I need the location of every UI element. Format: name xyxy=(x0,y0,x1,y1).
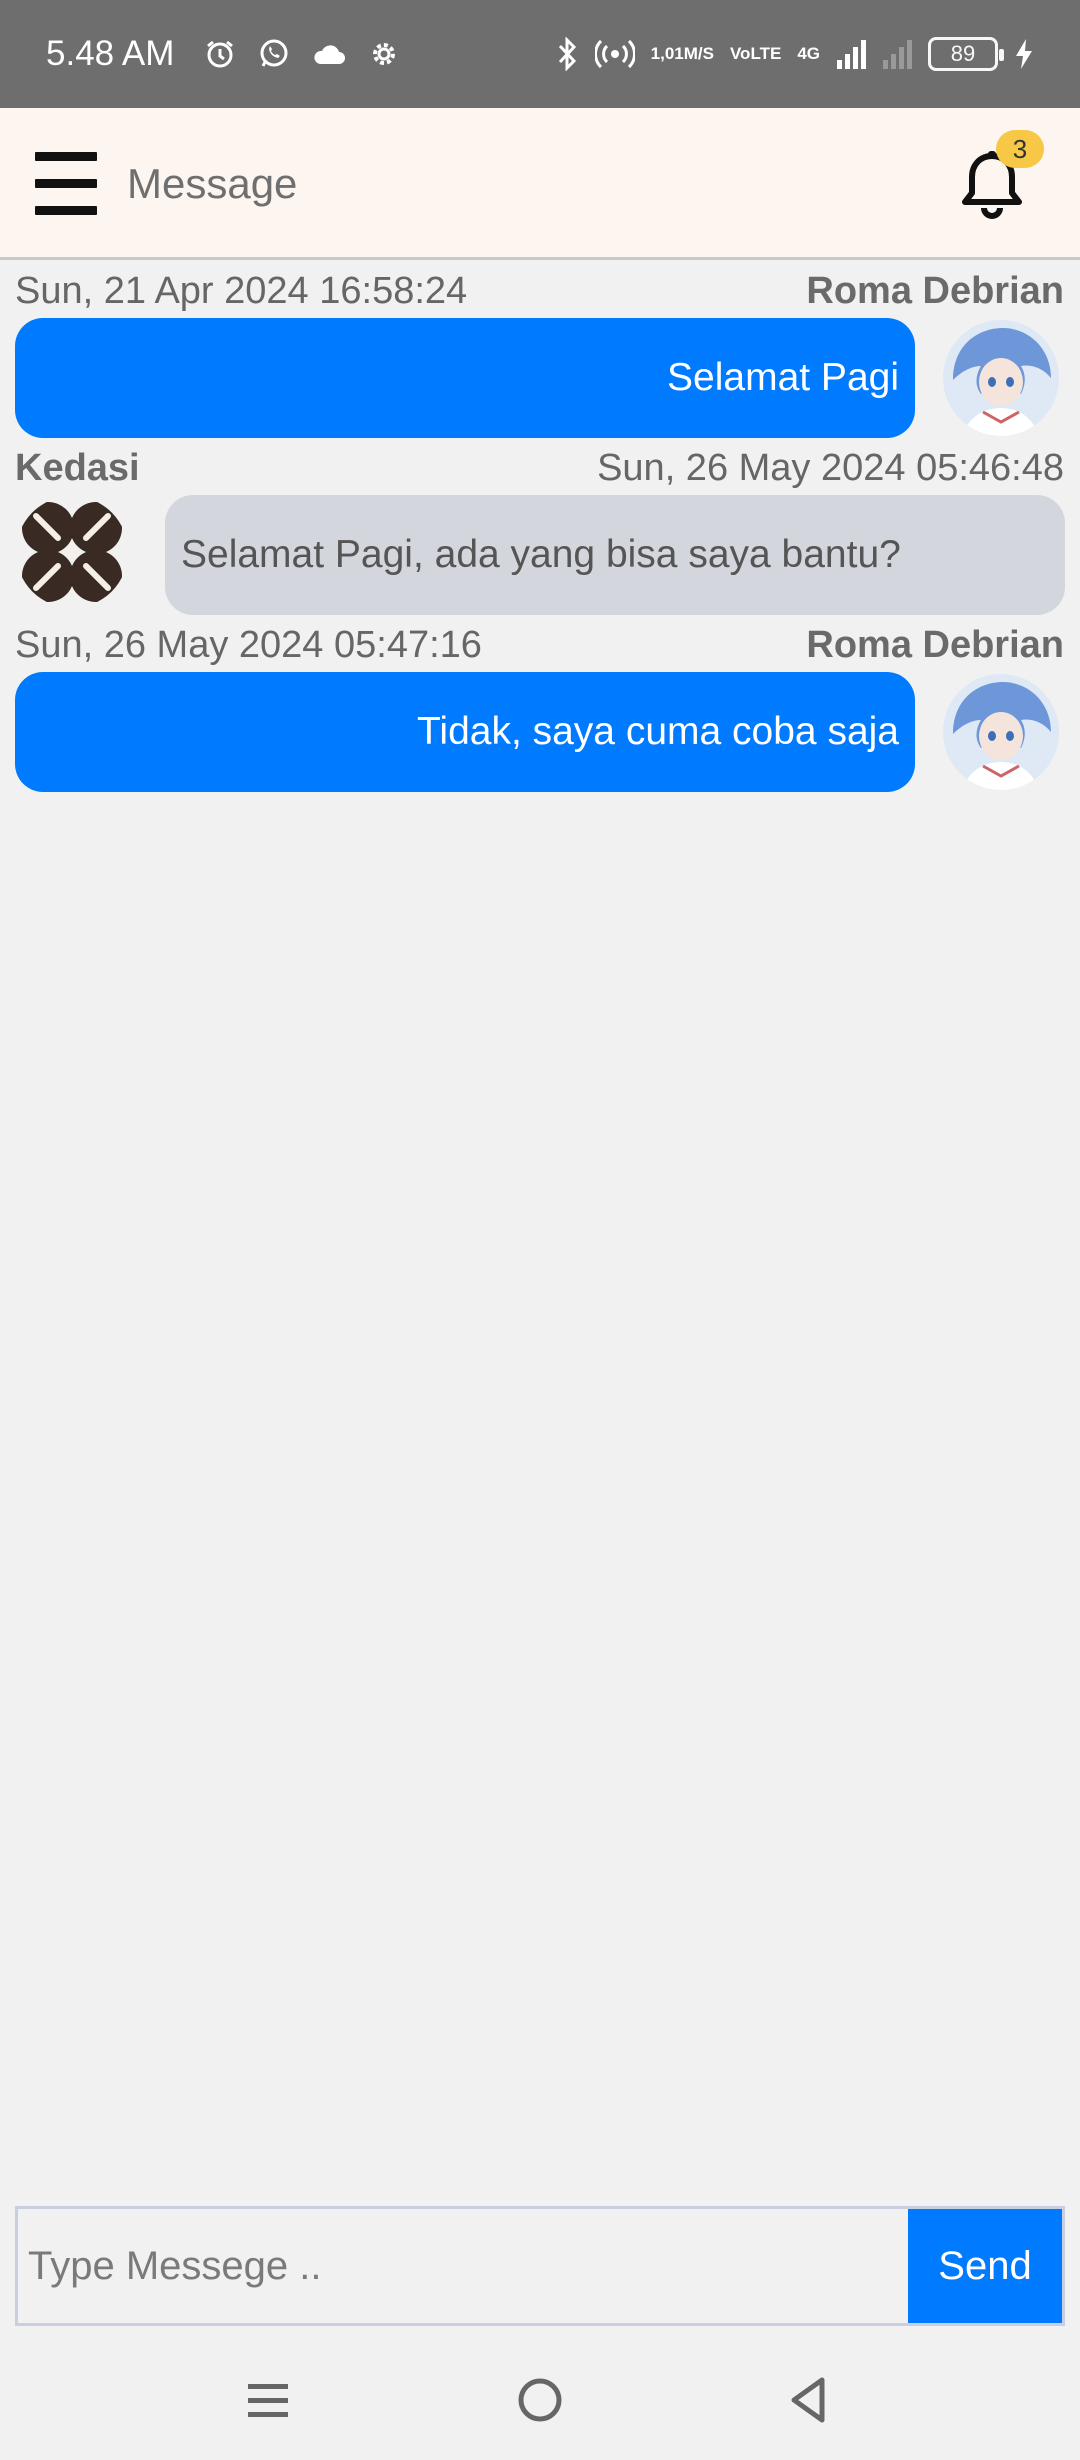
message-text: Selamat Pagi, ada yang bisa saya bantu? xyxy=(181,533,901,576)
message-bubble-incoming: Selamat Pagi, ada yang bisa saya bantu? xyxy=(165,495,1065,615)
menu-button[interactable] xyxy=(35,152,97,216)
signal-icon xyxy=(836,38,866,70)
notification-badge: 3 xyxy=(996,130,1044,168)
message-bubble-outgoing: Selamat Pagi xyxy=(15,318,915,438)
status-time: 5.48 AM xyxy=(46,34,175,73)
cloud-icon xyxy=(312,42,346,66)
send-button[interactable]: Send xyxy=(908,2209,1062,2323)
network-type: 4G xyxy=(797,44,820,63)
avatar xyxy=(943,674,1059,790)
volte-indicator: Vo LTE xyxy=(729,44,782,63)
message-text: Selamat Pagi xyxy=(667,356,899,399)
signal-weak-icon xyxy=(882,38,912,70)
message-sender: Roma Debrian xyxy=(806,624,1064,666)
menu-icon-line xyxy=(35,179,97,188)
battery-indicator: 89 xyxy=(928,37,1004,71)
back-button[interactable] xyxy=(780,2370,840,2430)
message-sender: Kedasi xyxy=(15,447,140,489)
message-input[interactable] xyxy=(18,2209,908,2323)
recent-apps-button[interactable] xyxy=(240,2370,300,2430)
back-triangle-icon xyxy=(791,2377,825,2423)
alarm-icon xyxy=(204,38,236,70)
menu-lines-icon xyxy=(248,2384,288,2417)
avatar xyxy=(943,320,1059,436)
message-sender: Roma Debrian xyxy=(806,270,1064,312)
hotspot-icon xyxy=(594,38,635,70)
message-timestamp: Sun, 26 May 2024 05:46:48 xyxy=(597,447,1064,489)
menu-icon-line xyxy=(35,152,97,161)
whatsapp-icon xyxy=(258,38,290,70)
bluetooth-icon xyxy=(555,37,579,71)
app-header: Message 3 xyxy=(0,108,1080,260)
charging-icon xyxy=(1014,38,1034,70)
message-timestamp: Sun, 26 May 2024 05:47:16 xyxy=(15,624,482,666)
message-timestamp: Sun, 21 Apr 2024 16:58:24 xyxy=(15,270,468,312)
home-circle-icon xyxy=(518,2378,562,2422)
network-speed: 1,01 M/S xyxy=(650,44,714,63)
menu-icon-line xyxy=(35,206,97,215)
gear-icon xyxy=(368,38,400,70)
status-bar: 5.48 AM 1,01 M/S Vo LTE 4G 89 xyxy=(0,0,1080,108)
avatar xyxy=(16,496,128,608)
message-text: Tidak, saya cuma coba saja xyxy=(417,710,899,753)
message-bubble-outgoing: Tidak, saya cuma coba saja xyxy=(15,672,915,792)
home-button[interactable] xyxy=(510,2370,570,2430)
message-composer: Send xyxy=(15,2206,1065,2326)
system-navigation-bar xyxy=(0,2340,1080,2460)
page-title: Message xyxy=(127,160,298,207)
